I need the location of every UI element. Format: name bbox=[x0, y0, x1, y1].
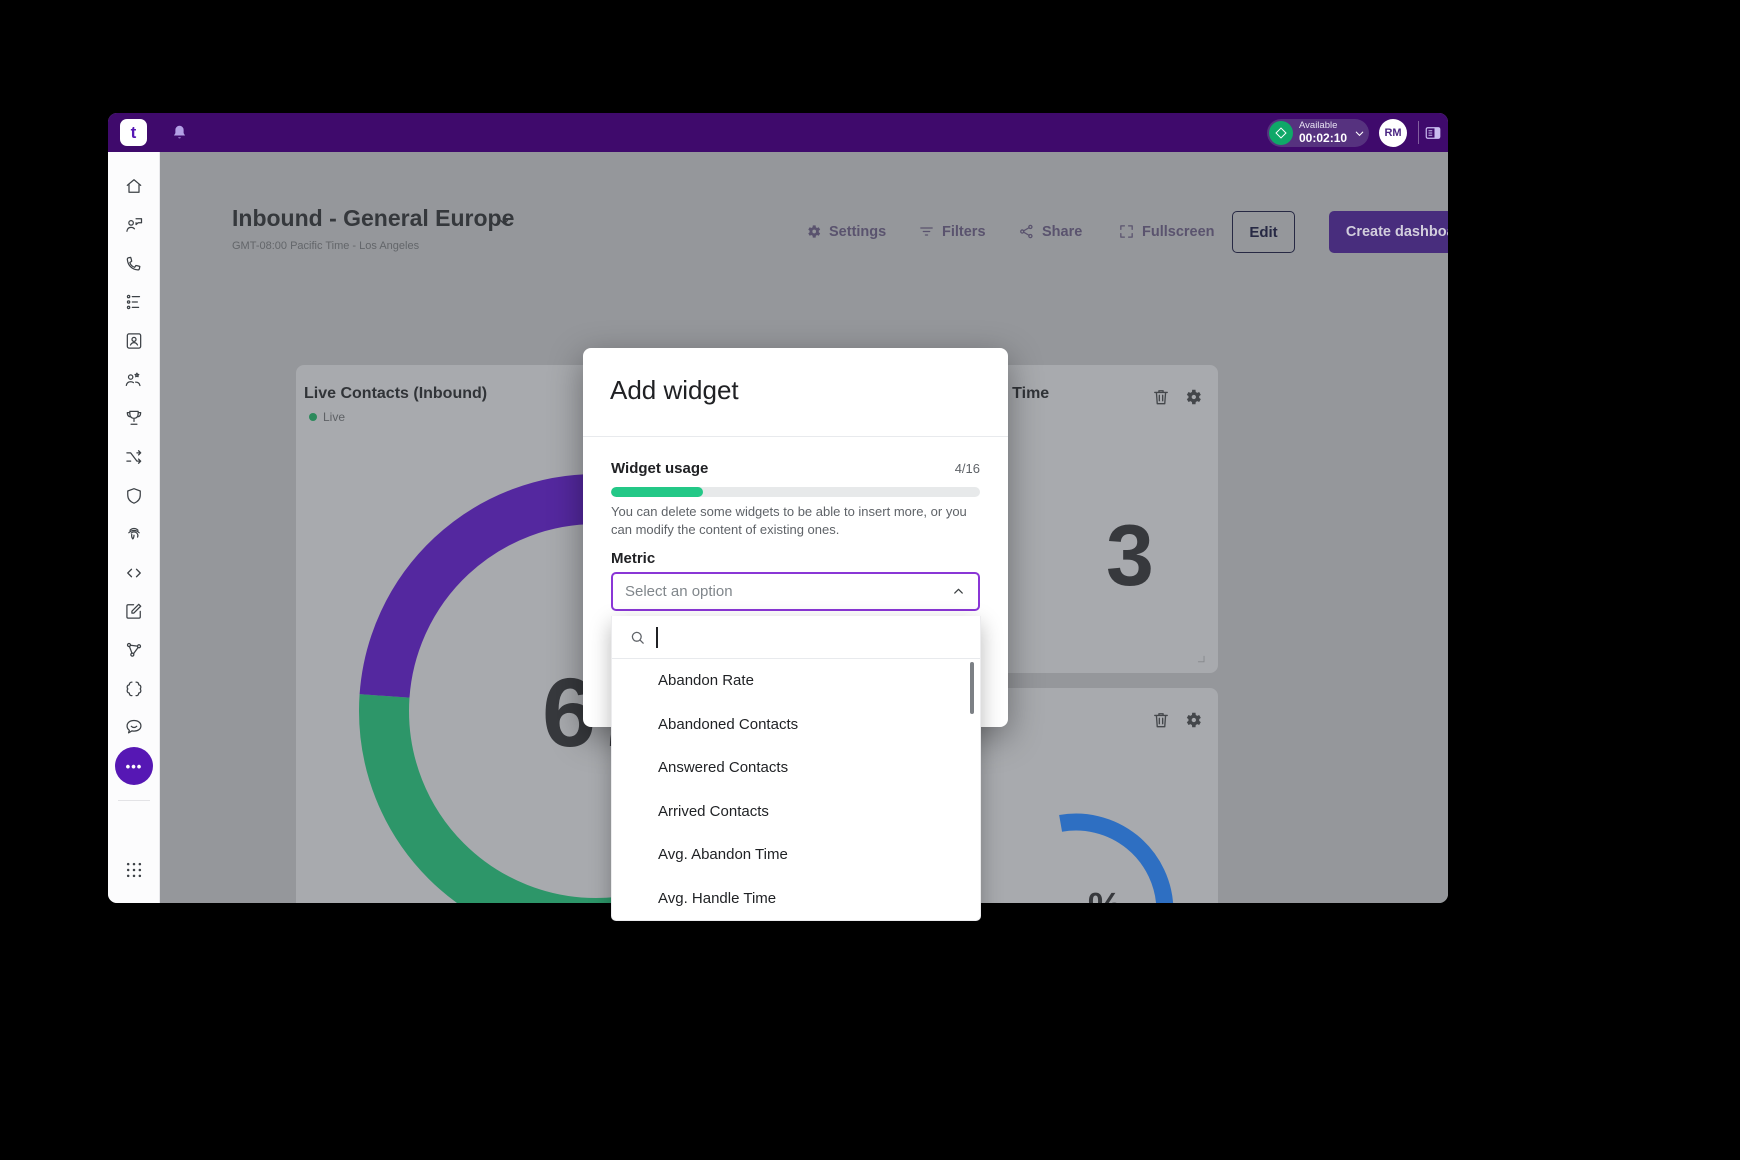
compose-edit-icon[interactable] bbox=[124, 601, 144, 621]
apps-grid-icon[interactable] bbox=[124, 860, 144, 880]
settings-label: Settings bbox=[829, 224, 886, 240]
ai-brain-icon[interactable] bbox=[124, 679, 144, 699]
settings-button[interactable]: Settings bbox=[805, 223, 886, 240]
trash-icon bbox=[1151, 710, 1171, 730]
filter-icon bbox=[918, 223, 935, 240]
fullscreen-label: Fullscreen bbox=[1142, 224, 1215, 240]
avatar-initials: RM bbox=[1384, 127, 1401, 139]
metric-dropdown: Abandon Rate Abandoned Contacts Answered… bbox=[611, 616, 981, 921]
option-abandoned-contacts[interactable]: Abandoned Contacts bbox=[612, 703, 980, 747]
sidebar-divider bbox=[118, 800, 150, 801]
live-dot-icon bbox=[309, 413, 317, 421]
gear-icon bbox=[1183, 710, 1203, 730]
security-shield-icon[interactable] bbox=[124, 486, 144, 506]
search-icon bbox=[629, 629, 646, 646]
status-available-icon bbox=[1269, 121, 1293, 145]
live-label: Live bbox=[323, 410, 345, 424]
option-answered-contacts[interactable]: Answered Contacts bbox=[612, 746, 980, 790]
screen: t Available 00:02:10 RM bbox=[0, 0, 1740, 1160]
gear-icon bbox=[805, 223, 822, 240]
usage-progress-track bbox=[611, 487, 980, 497]
edit-button[interactable]: Edit bbox=[1232, 211, 1295, 253]
chat-icon[interactable] bbox=[124, 717, 144, 737]
activity-icon[interactable] bbox=[124, 292, 144, 312]
usage-description: You can delete some widgets to be able t… bbox=[611, 503, 983, 540]
gear-icon bbox=[1183, 387, 1203, 407]
status-timer: 00:02:10 bbox=[1299, 132, 1347, 145]
share-button[interactable]: Share bbox=[1018, 223, 1082, 240]
dropdown-scrollbar[interactable] bbox=[970, 662, 974, 714]
widget-live-status: Live bbox=[309, 410, 345, 424]
contacts-icon[interactable] bbox=[124, 331, 144, 351]
home-icon[interactable] bbox=[124, 176, 144, 196]
developer-code-icon[interactable] bbox=[124, 563, 144, 583]
more-apps-button[interactable]: ••• bbox=[115, 747, 153, 785]
metric-options-list: Abandon Rate Abandoned Contacts Answered… bbox=[612, 659, 980, 920]
filters-button[interactable]: Filters bbox=[918, 223, 986, 240]
chevron-up-icon bbox=[951, 584, 966, 599]
text-cursor bbox=[656, 627, 658, 648]
widget-settings-button[interactable] bbox=[1183, 387, 1203, 407]
usage-progress-fill bbox=[611, 487, 703, 497]
trash-icon bbox=[1151, 387, 1171, 407]
top-bar: t Available 00:02:10 RM bbox=[108, 113, 1448, 152]
sidebar-nav: ••• bbox=[108, 152, 160, 903]
dashboard-title-chevron-icon[interactable] bbox=[497, 215, 511, 229]
modal-title: Add widget bbox=[610, 375, 739, 406]
select-placeholder: Select an option bbox=[625, 583, 951, 600]
biometrics-fingerprint-icon[interactable] bbox=[124, 524, 144, 544]
agent-status-pill[interactable]: Available 00:02:10 bbox=[1267, 119, 1369, 147]
widget-resize-handle[interactable] bbox=[1194, 651, 1207, 669]
widget-settings-button[interactable] bbox=[1183, 710, 1203, 730]
flows-network-icon[interactable] bbox=[124, 640, 144, 660]
notifications-bell-icon[interactable] bbox=[170, 123, 189, 142]
gauge-percent-sign: % bbox=[1088, 886, 1122, 903]
teams-icon[interactable] bbox=[124, 370, 144, 390]
user-avatar[interactable]: RM bbox=[1379, 119, 1407, 147]
voice-icon[interactable] bbox=[124, 254, 144, 274]
share-icon bbox=[1018, 223, 1035, 240]
option-arrived-contacts[interactable]: Arrived Contacts bbox=[612, 790, 980, 834]
metric-label: Metric bbox=[611, 550, 655, 567]
create-dashboard-button[interactable]: Create dashboard bbox=[1329, 211, 1448, 253]
panel-toggle-icon[interactable] bbox=[1424, 124, 1442, 142]
routing-icon[interactable] bbox=[124, 447, 144, 467]
delete-widget-button[interactable] bbox=[1151, 710, 1171, 730]
modal-divider bbox=[583, 436, 1008, 437]
delete-widget-button[interactable] bbox=[1151, 387, 1171, 407]
gamification-trophy-icon[interactable] bbox=[124, 408, 144, 428]
option-avg-abandon-time[interactable]: Avg. Abandon Time bbox=[612, 833, 980, 877]
gauge-chart bbox=[966, 801, 1186, 903]
metric-select[interactable]: Select an option bbox=[611, 572, 980, 611]
widget-usage-count: 4/16 bbox=[955, 461, 980, 476]
app-logo[interactable]: t bbox=[120, 119, 147, 146]
filters-label: Filters bbox=[942, 224, 986, 240]
fullscreen-button[interactable]: Fullscreen bbox=[1118, 223, 1215, 240]
fullscreen-icon bbox=[1118, 223, 1135, 240]
dashboard-timezone: GMT-08:00 Pacific Time - Los Angeles bbox=[232, 240, 419, 252]
dashboard-title: Inbound - General Europe bbox=[232, 205, 514, 232]
option-avg-handle-time[interactable]: Avg. Handle Time bbox=[612, 877, 980, 921]
share-label: Share bbox=[1042, 224, 1082, 240]
widget-usage-label: Widget usage bbox=[611, 460, 708, 477]
dropdown-search-input[interactable] bbox=[612, 616, 980, 658]
logo-letter: t bbox=[131, 123, 137, 143]
avg-wait-value: 3 bbox=[1106, 507, 1154, 606]
conversations-icon[interactable] bbox=[124, 215, 144, 235]
chevron-down-icon bbox=[1354, 128, 1365, 139]
topbar-divider bbox=[1418, 121, 1419, 144]
option-abandon-rate[interactable]: Abandon Rate bbox=[612, 659, 980, 703]
widget-title: Live Contacts (Inbound) bbox=[304, 385, 487, 403]
